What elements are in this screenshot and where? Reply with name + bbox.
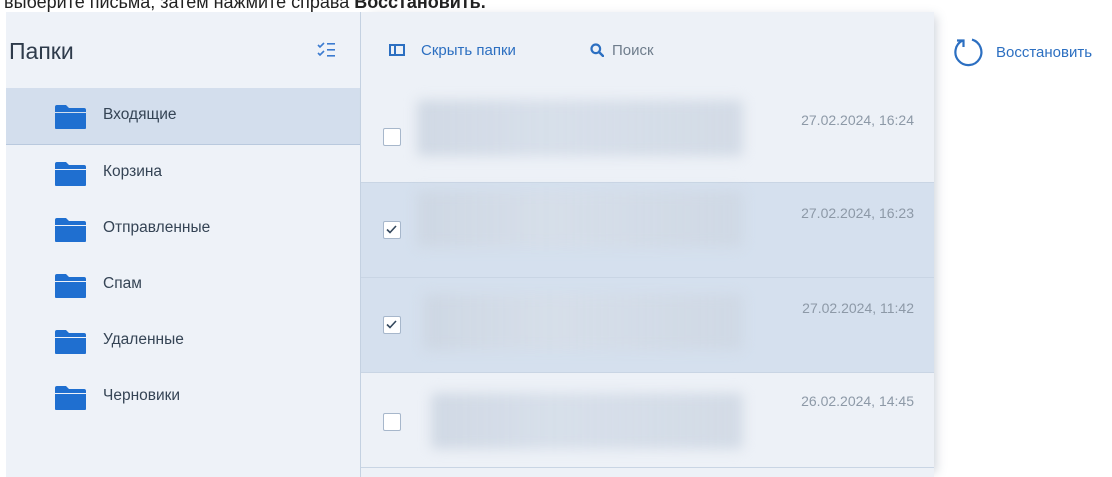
message-row[interactable]: 27.02.2024, 16:24: [361, 88, 934, 183]
sidebar-title: Папки: [9, 38, 74, 64]
instruction-caption: выберите письма, затем нажмите справа Во…: [4, 0, 486, 12]
folder-icon: [55, 105, 86, 129]
folder-icon: [55, 218, 86, 242]
folders-sidebar: Папки Входящие Корзина Отправленные Спам Уда…: [6, 12, 361, 477]
message-date: 27.02.2024, 11:42: [802, 300, 914, 316]
message-preview-blurred: [417, 100, 743, 156]
message-date: 27.02.2024, 16:23: [801, 205, 914, 221]
folder-icon: [55, 162, 86, 186]
restore-icon: [954, 38, 983, 67]
message-preview-blurred: [431, 393, 743, 449]
sidebar-item-folder[interactable]: Спам: [6, 257, 360, 313]
folder-label: Корзина: [103, 163, 163, 180]
sidebar-item-folder[interactable]: Удаленные: [6, 313, 360, 369]
sidebar-item-folder[interactable]: Черновики: [6, 369, 360, 425]
search-button[interactable]: Поиск: [590, 39, 654, 61]
instruction-text: выберите письма, затем нажмите справа: [4, 0, 355, 12]
restore-button[interactable]: Восстановить: [952, 34, 1092, 70]
sidebar-header: Папки: [6, 12, 360, 88]
folder-label: Спам: [103, 275, 142, 292]
sidebar-item-folder[interactable]: Входящие: [6, 88, 360, 145]
row-checkbox[interactable]: [383, 128, 401, 146]
sidebar-item-folder[interactable]: Отправленные: [6, 201, 360, 257]
list-toolbar: Скрыть папки Поиск: [361, 12, 934, 88]
hide-folders-label: Скрыть папки: [421, 41, 516, 59]
message-rows: 27.02.2024, 16:24 27.02.2024, 16:23 27.02.…: [361, 88, 934, 468]
row-checkbox[interactable]: [383, 316, 401, 334]
folder-label: Удаленные: [103, 331, 184, 348]
search-icon: [590, 43, 604, 57]
folder-list: Входящие Корзина Отправленные Спам Удаленные…: [6, 88, 360, 425]
folder-label: Отправленные: [103, 219, 211, 236]
panel-toggle-icon: [389, 44, 405, 56]
message-row[interactable]: 26.02.2024, 14:45: [361, 373, 934, 468]
message-row[interactable]: 27.02.2024, 11:42: [361, 278, 934, 373]
message-preview-blurred: [417, 191, 743, 247]
hide-folders-button[interactable]: Скрыть папки: [389, 39, 516, 61]
folder-icon: [55, 386, 86, 410]
folder-label: Входящие: [103, 106, 177, 123]
folder-icon: [55, 330, 86, 354]
checkmark-icon: [386, 320, 397, 329]
sidebar-item-folder[interactable]: Корзина: [6, 145, 360, 201]
checkmark-icon: [386, 225, 397, 234]
message-list-pane: Скрыть папки Поиск 27.02.2024, 16:24 27.0…: [361, 12, 934, 477]
folder-icon: [55, 274, 86, 298]
message-row[interactable]: 27.02.2024, 16:23: [361, 183, 934, 278]
message-preview-blurred: [423, 294, 743, 350]
message-date: 27.02.2024, 16:24: [801, 112, 914, 128]
search-label: Поиск: [612, 41, 654, 59]
row-checkbox[interactable]: [383, 413, 401, 431]
restore-label: Восстановить: [996, 43, 1093, 61]
folder-label: Черновики: [103, 387, 181, 404]
row-checkbox[interactable]: [383, 221, 401, 239]
sort-list-icon[interactable]: [316, 40, 336, 60]
message-date: 26.02.2024, 14:45: [801, 393, 914, 409]
instruction-action: Восстановить.: [354, 0, 486, 12]
